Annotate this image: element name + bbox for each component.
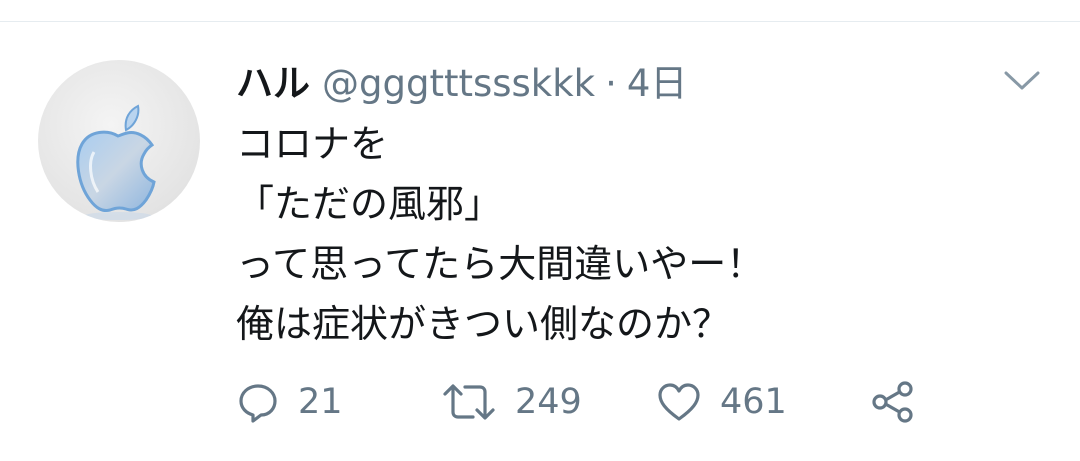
retweet-count: 249 bbox=[515, 382, 582, 422]
like-button[interactable]: 461 bbox=[656, 377, 787, 427]
reply-icon bbox=[239, 384, 277, 423]
tweet-card[interactable]: ハル @gggtttssskkk · 4日 コロナを 「ただの風邪」 って思って… bbox=[0, 22, 1080, 461]
tweet-header: ハル @gggtttssskkk · 4日 bbox=[236, 56, 687, 112]
apple-logo-icon bbox=[76, 104, 156, 220]
tweet-text-line: 「ただの風邪」 bbox=[236, 182, 503, 226]
tweet-text-line: 俺は症状がきつい側なのか？ bbox=[236, 302, 731, 346]
share-icon bbox=[872, 381, 913, 423]
tweet-text: コロナを 「ただの風邪」 って思ってたら大間違いやー！ 俺は症状がきつい側なのか… bbox=[236, 114, 1056, 354]
share-button[interactable] bbox=[869, 377, 917, 427]
tweet-text-line: って思ってたら大間違いやー！ bbox=[236, 242, 765, 286]
chevron-down-icon bbox=[1004, 71, 1040, 90]
display-name[interactable]: ハル bbox=[236, 56, 310, 112]
retweet-button[interactable]: 249 bbox=[441, 377, 582, 427]
separator-dot: · bbox=[605, 62, 617, 105]
heart-icon bbox=[658, 383, 700, 421]
reply-count: 21 bbox=[298, 382, 343, 422]
tweet-menu-button[interactable] bbox=[1000, 64, 1044, 96]
reply-button[interactable]: 21 bbox=[236, 377, 343, 427]
retweet-icon bbox=[443, 384, 495, 420]
user-handle[interactable]: @gggtttssskkk bbox=[322, 56, 595, 112]
timestamp[interactable]: 4日 bbox=[627, 56, 688, 112]
like-count: 461 bbox=[720, 382, 787, 422]
avatar[interactable] bbox=[38, 60, 200, 222]
tweet-actions: 21 249 461 bbox=[236, 377, 956, 427]
tweet-text-line: コロナを bbox=[236, 122, 389, 166]
